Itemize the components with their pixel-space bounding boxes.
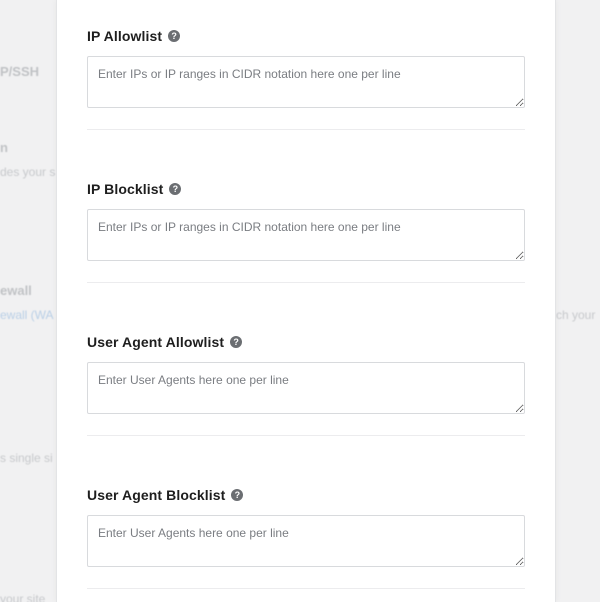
section-title: User Agent Blocklist bbox=[87, 487, 226, 503]
help-icon[interactable]: ? bbox=[231, 489, 244, 501]
section-divider bbox=[87, 282, 525, 283]
ip-blocklist-input[interactable] bbox=[87, 209, 525, 261]
section-header: User Agent Blocklist ? bbox=[87, 485, 244, 505]
help-icon[interactable]: ? bbox=[169, 183, 182, 195]
section-divider bbox=[87, 129, 525, 130]
section-header: IP Allowlist ? bbox=[87, 26, 181, 46]
background-fragment: P/SSH bbox=[0, 64, 40, 79]
section-header: IP Blocklist ? bbox=[87, 179, 182, 199]
ip-allowlist-input[interactable] bbox=[87, 56, 525, 108]
user-agent-blocklist-input[interactable] bbox=[87, 515, 525, 567]
background-fragment: n bbox=[0, 140, 8, 155]
background-fragment: des your s bbox=[0, 165, 56, 179]
background-fragment: your site bbox=[0, 592, 46, 602]
section-divider bbox=[87, 588, 525, 589]
user-agent-allowlist-input[interactable] bbox=[87, 362, 525, 414]
section-divider bbox=[87, 435, 525, 436]
help-icon[interactable]: ? bbox=[230, 336, 243, 348]
background-fragment: ewall (WA bbox=[0, 308, 54, 322]
settings-panel: IP Allowlist ? IP Blocklist ? User Agent… bbox=[56, 0, 556, 602]
background-fragment: s single si bbox=[0, 451, 53, 465]
background-fragment: ch your bbox=[556, 308, 596, 322]
section-title: IP Allowlist bbox=[87, 28, 163, 44]
section-header: User Agent Allowlist ? bbox=[87, 332, 243, 352]
background-fragment: ewall bbox=[0, 283, 32, 298]
help-icon[interactable]: ? bbox=[168, 30, 181, 42]
section-title: IP Blocklist bbox=[87, 181, 164, 197]
section-title: User Agent Allowlist bbox=[87, 334, 225, 350]
